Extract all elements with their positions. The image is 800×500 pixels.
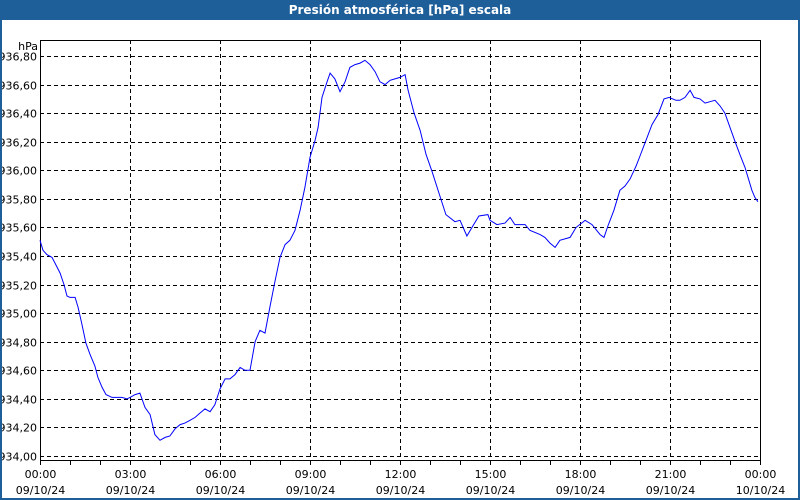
x-tick-date: 09/10/24 [286, 484, 335, 497]
y-tick-label: 934,40 [0, 394, 37, 407]
x-tick-time: 06:00 [205, 468, 237, 481]
y-tick-label: 935,60 [0, 222, 37, 235]
x-tick-time: 03:00 [115, 468, 147, 481]
y-axis-unit: hPa [18, 40, 38, 53]
x-tick-date: 09/10/24 [466, 484, 515, 497]
y-tick-label: 935,80 [0, 194, 37, 207]
x-tick-time: 12:00 [385, 468, 417, 481]
y-tick-label: 934,60 [0, 365, 37, 378]
y-tick-label: 934,00 [0, 451, 37, 464]
x-tick-date: 10/10/24 [736, 484, 785, 497]
x-tick-date: 09/10/24 [106, 484, 155, 497]
chart-window: Presión atmosférica [hPa] escala 934,00 9… [0, 0, 800, 500]
x-tick-time: 00:00 [745, 468, 777, 481]
y-tick-label: 936,40 [0, 108, 37, 121]
x-tick-time: 15:00 [475, 468, 507, 481]
x-tick-date: 09/10/24 [196, 484, 245, 497]
x-tick-date: 09/10/24 [376, 484, 425, 497]
y-tick-label: 936,20 [0, 137, 37, 150]
y-tick-label: 936,00 [0, 165, 37, 178]
y-tick-label: 936,60 [0, 80, 37, 93]
axis-ticks [40, 461, 761, 465]
x-tick-time: 21:00 [655, 468, 687, 481]
y-tick-label: 934,20 [0, 422, 37, 435]
tick-labels: 934,00 934,20 934,40 934,60 934,80 935,00 935,… [0, 51, 785, 498]
grid-lines [40, 40, 760, 461]
x-tick-date: 09/10/24 [16, 484, 65, 497]
x-tick-time: 09:00 [295, 468, 327, 481]
pressure-chart: 934,00 934,20 934,40 934,60 934,80 935,00 935,… [0, 40, 785, 498]
x-tick-time: 18:00 [565, 468, 597, 481]
y-tick-label: 935,40 [0, 251, 37, 264]
y-tick-label: 935,20 [0, 280, 37, 293]
x-tick-date: 09/10/24 [556, 484, 605, 497]
y-tick-label: 934,80 [0, 337, 37, 350]
x-tick-date: 09/10/24 [646, 484, 695, 497]
y-tick-label: 935,00 [0, 308, 37, 321]
series-line [39, 59, 759, 441]
x-tick-time: 00:00 [25, 468, 57, 481]
